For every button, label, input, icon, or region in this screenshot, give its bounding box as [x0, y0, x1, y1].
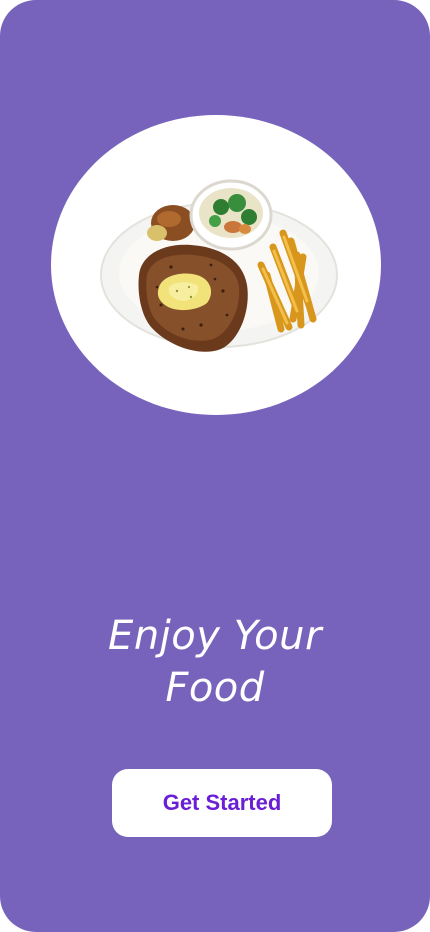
food-hero-image: [51, 115, 381, 415]
welcome-headline: Enjoy Your Food: [0, 610, 430, 714]
headline-line-1: Enjoy Your: [108, 613, 322, 659]
get-started-button[interactable]: Get Started: [112, 769, 332, 837]
steak-plate-illustration: [100, 179, 338, 352]
onboarding-screen: Enjoy Your Food Get Started: [0, 0, 430, 932]
headline-line-2: Food: [165, 665, 265, 711]
